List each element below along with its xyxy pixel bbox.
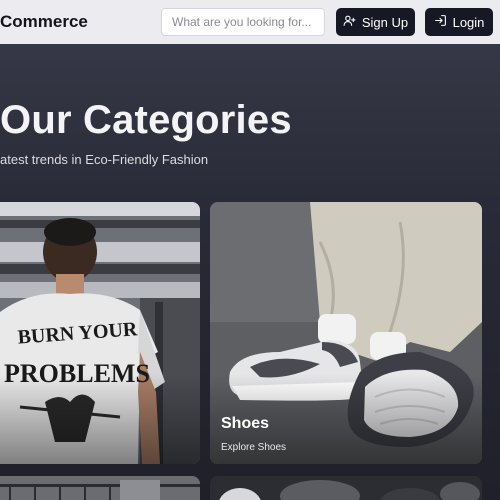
user-plus-icon bbox=[343, 14, 356, 30]
brand-logo-text[interactable]: Commerce bbox=[0, 12, 88, 32]
sign-up-button[interactable]: Sign Up bbox=[336, 8, 415, 36]
category-card-partial-right[interactable] bbox=[210, 476, 482, 500]
top-navbar: Commerce Sign Up Login bbox=[0, 0, 500, 44]
category-image-partial-left bbox=[0, 476, 200, 500]
category-explore-link[interactable]: Explore Shoes bbox=[221, 442, 286, 453]
login-label: Login bbox=[452, 14, 485, 30]
category-image-partial-right bbox=[210, 476, 482, 500]
category-card-partial-left[interactable] bbox=[0, 476, 200, 500]
category-card-tshirts[interactable]: BURN YOUR PROBLEMS s bbox=[0, 202, 200, 464]
login-button[interactable]: Login bbox=[425, 8, 493, 36]
sign-up-label: Sign Up bbox=[361, 14, 409, 30]
card-gradient-overlay bbox=[0, 374, 200, 464]
page-subtitle: atest trends in Eco-Friendly Fashion bbox=[0, 152, 209, 167]
category-title: Shoes bbox=[221, 415, 270, 432]
login-icon bbox=[434, 14, 447, 30]
category-card-shoes[interactable]: Shoes Explore Shoes bbox=[210, 202, 482, 464]
search-input[interactable] bbox=[161, 8, 325, 36]
page-title: Our Categories bbox=[0, 98, 292, 142]
